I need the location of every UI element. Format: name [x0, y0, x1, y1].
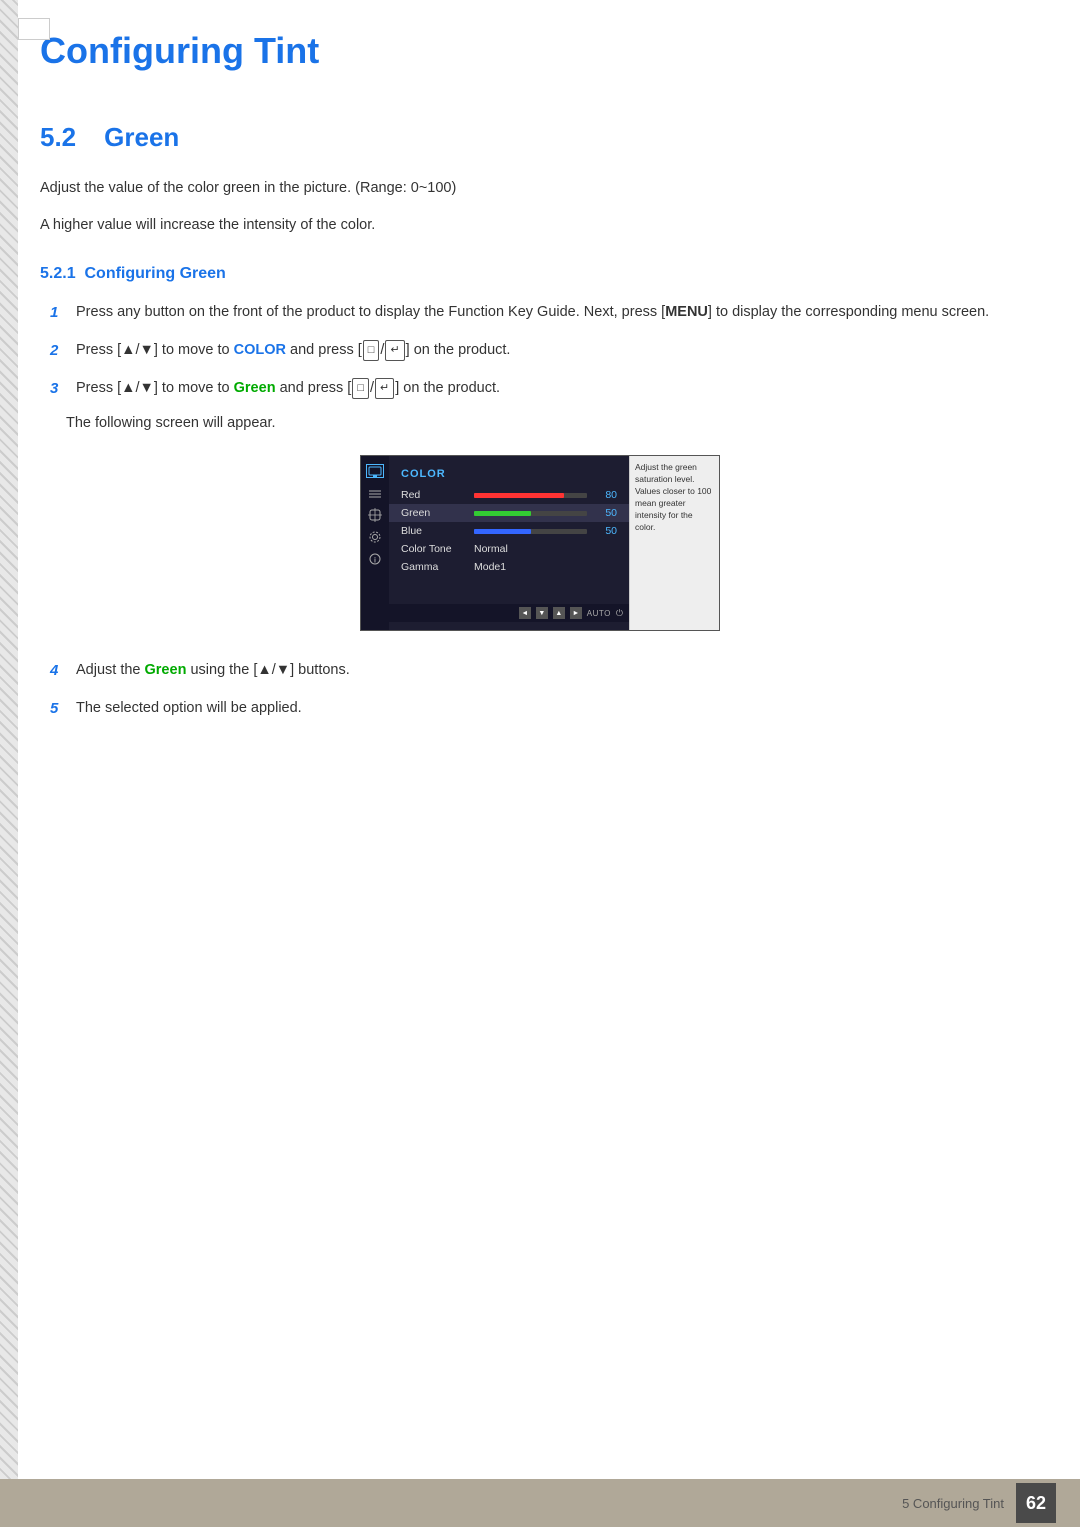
osd-row-blue: Blue 50 — [389, 522, 629, 540]
monitor-screen: i COLOR Red 80 Green — [360, 455, 720, 631]
section-heading: 5.2 Green — [40, 122, 1040, 153]
steps-list-2: 4 Adjust the Green using the [▲/▼] butto… — [50, 659, 1040, 721]
osd-nav-left[interactable]: ◄ — [519, 607, 531, 619]
left-stripe-decoration — [0, 0, 18, 1527]
osd-sidebar: i — [361, 456, 389, 630]
osd-nav-up[interactable]: ▲ — [553, 607, 565, 619]
step-item-3: 3 Press [▲/▼] to move to Green and press… — [50, 377, 1040, 401]
btn-square-2: □ — [363, 340, 380, 362]
step-item-2: 2 Press [▲/▼] to move to COLOR and press… — [50, 339, 1040, 363]
osd-value-gamma: Mode1 — [474, 561, 506, 573]
tooltip-text: Adjust the green saturation level. Value… — [635, 462, 711, 531]
osd-row-green: Green 50 — [389, 504, 629, 522]
page-footer: 5 Configuring Tint 62 — [0, 1479, 1080, 1527]
keyword-green-4: Green — [145, 662, 187, 678]
step-item-4: 4 Adjust the Green using the [▲/▼] butto… — [50, 659, 1040, 683]
osd-icon-adjust — [366, 508, 384, 522]
body-text-2: A higher value will increase the intensi… — [40, 214, 1040, 237]
osd-row-colortone: Color Tone Normal — [389, 540, 629, 558]
osd-icon-monitor — [366, 464, 384, 478]
section-number: 5.2 — [40, 122, 76, 152]
keyword-menu: MENU — [665, 304, 708, 320]
osd-fill-red — [474, 493, 564, 498]
monitor-container: i COLOR Red 80 Green — [40, 455, 1040, 631]
osd-label-gamma: Gamma — [401, 561, 466, 573]
step-number-3: 3 — [50, 377, 76, 401]
top-tab — [18, 18, 50, 40]
subsection-heading: 5.2.1 Configuring Green — [40, 265, 1040, 283]
osd-label-colortone: Color Tone — [401, 543, 466, 555]
osd-nav-down[interactable]: ▼ — [536, 607, 548, 619]
osd-fill-green — [474, 511, 531, 516]
osd-title: COLOR — [389, 464, 629, 486]
steps-list: 1 Press any button on the front of the p… — [50, 301, 1040, 401]
osd-icon-gear — [366, 530, 384, 544]
osd-value-green: 50 — [595, 507, 617, 519]
keyword-green-3: Green — [234, 380, 276, 396]
section-title: Green — [104, 122, 179, 152]
osd-value-colortone: Normal — [474, 543, 508, 555]
footer-page-number: 62 — [1016, 1483, 1056, 1523]
step-number-5: 5 — [50, 697, 76, 721]
step-text-1: Press any button on the front of the pro… — [76, 301, 1040, 324]
step-item-5: 5 The selected option will be applied. — [50, 697, 1040, 721]
step-item-1: 1 Press any button on the front of the p… — [50, 301, 1040, 325]
svg-text:i: i — [374, 558, 376, 565]
osd-row-red: Red 80 — [389, 486, 629, 504]
osd-label-green: Green — [401, 507, 466, 519]
btn-square-3: □ — [352, 378, 369, 400]
osd-value-blue: 50 — [595, 525, 617, 537]
step-number-1: 1 — [50, 301, 76, 325]
osd-bar-blue — [474, 529, 587, 534]
footer-text: 5 Configuring Tint — [902, 1496, 1004, 1511]
step-number-2: 2 — [50, 339, 76, 363]
osd-icon-info: i — [366, 552, 384, 566]
btn-enter-3: ↵ — [375, 378, 394, 400]
osd-bar-red — [474, 493, 587, 498]
step-number-4: 4 — [50, 659, 76, 683]
osd-bar-green — [474, 511, 587, 516]
osd-label-blue: Blue — [401, 525, 466, 537]
osd-nav-right[interactable]: ► — [570, 607, 582, 619]
osd-row-gamma: Gamma Mode1 — [389, 558, 629, 576]
osd-menu: COLOR Red 80 Green 50 — [389, 456, 629, 630]
step-text-3: Press [▲/▼] to move to Green and press [… — [76, 377, 1040, 400]
osd-fill-blue — [474, 529, 531, 534]
osd-icon-lines — [366, 486, 384, 500]
osd-auto-label: AUTO — [587, 609, 611, 618]
body-text-1: Adjust the value of the color green in t… — [40, 177, 1040, 200]
subsection-title: Configuring Green — [84, 265, 225, 282]
subsection-number: 5.2.1 — [40, 265, 76, 282]
page-title: Configuring Tint — [40, 30, 1040, 82]
keyword-color: COLOR — [234, 342, 286, 358]
osd-value-red: 80 — [595, 489, 617, 501]
osd-power-icon: ⏻ — [616, 608, 623, 619]
follow-text: The following screen will appear. — [66, 415, 1040, 431]
step-text-4: Adjust the Green using the [▲/▼] buttons… — [76, 659, 1040, 682]
monitor-tooltip: Adjust the green saturation level. Value… — [629, 456, 719, 630]
step-text-5: The selected option will be applied. — [76, 697, 1040, 720]
btn-enter-2: ↵ — [385, 340, 404, 362]
osd-label-red: Red — [401, 489, 466, 501]
step-text-2: Press [▲/▼] to move to COLOR and press [… — [76, 339, 1040, 362]
